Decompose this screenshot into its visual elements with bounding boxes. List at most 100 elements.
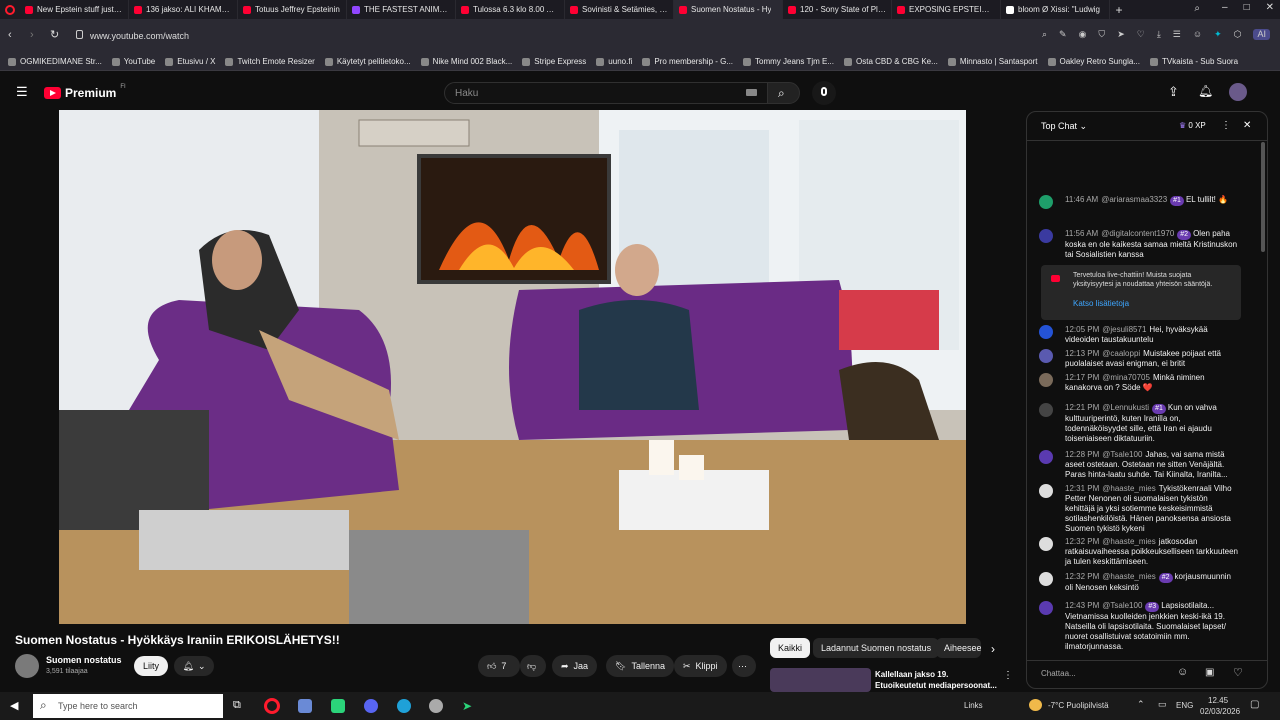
- start-button[interactable]: ◀: [10, 699, 18, 712]
- menu-lines-icon[interactable]: ☰: [1173, 29, 1181, 40]
- bookmark-item[interactable]: Nike Mind 002 Black...: [420, 57, 512, 66]
- chat-avatar[interactable]: [1039, 325, 1053, 339]
- browser-tab[interactable]: 120 - Sony State of Play 2: [783, 0, 892, 19]
- reload-icon[interactable]: ↻: [50, 28, 59, 41]
- chat-avatar[interactable]: [1039, 229, 1053, 243]
- xp-badge[interactable]: ♛ 0 XP: [1179, 121, 1206, 130]
- chat-author[interactable]: @digitalcontent1970: [1101, 229, 1174, 238]
- bookmark-item[interactable]: Tommy Jeans Tjm E...: [743, 57, 834, 66]
- related-thumbnail[interactable]: [770, 668, 871, 692]
- channel-name[interactable]: Suomen nostatus: [46, 655, 122, 665]
- chat-author[interactable]: @haaste_mies: [1102, 537, 1155, 546]
- browser-tab[interactable]: THE FASTEST ANIMATRO: [347, 0, 456, 19]
- chat-message[interactable]: 12:21 PM @Lennukusti #1 Kun on vahva kulttu…: [1039, 403, 1239, 444]
- bookmark-item[interactable]: Etusivu / X: [165, 57, 215, 66]
- youtube-logo[interactable]: Premium FI: [44, 84, 126, 100]
- chat-message[interactable]: 12:32 PM @haaste_mies #2 korjausmuunnin oli…: [1039, 572, 1239, 593]
- browser-tab[interactable]: New Epstein stuff just dr: [20, 0, 129, 19]
- network-icon[interactable]: ▭: [1158, 699, 1167, 710]
- chat-message[interactable]: 11:46 AM @ariarasmaa3323 #1 EL tullilt! 🔥: [1039, 195, 1239, 209]
- bookmark-item[interactable]: Käytetyt pelitietoko...: [324, 57, 411, 66]
- clock-date[interactable]: 02/03/2026: [1200, 707, 1240, 716]
- chat-author[interactable]: @Lennukusti: [1102, 403, 1149, 412]
- super-chat-icon[interactable]: ▣: [1205, 667, 1214, 678]
- app-icon-1[interactable]: [298, 699, 312, 713]
- bookmark-item[interactable]: Oakley Retro Sungla...: [1047, 57, 1140, 66]
- chat-message[interactable]: 12:17 PM @mina70705 Minkä niminen kanakorv…: [1039, 373, 1239, 393]
- browser-tab[interactable]: Suomen Nostatus - Hy: [674, 0, 783, 19]
- chat-author[interactable]: @haaste_mies: [1102, 484, 1155, 493]
- site-info-icon[interactable]: [76, 30, 83, 39]
- like-button[interactable]: 👍︎ 7: [478, 655, 520, 677]
- heart-icon[interactable]: ♡: [1233, 666, 1243, 679]
- browser-tab[interactable]: Sovinisti & Setämies, jaks: [565, 0, 674, 19]
- chip-related[interactable]: Aiheeseen: [936, 638, 981, 658]
- search-button[interactable]: ⌕: [767, 82, 800, 104]
- chat-message[interactable]: 12:31 PM @haaste_mies Tykistökenraali Vilh…: [1039, 484, 1239, 534]
- bookmark-item[interactable]: YouTube: [111, 57, 155, 66]
- chat-avatar[interactable]: [1039, 195, 1053, 209]
- chat-message[interactable]: 12:05 PM @jesuli8571 Hei, hyväksykää video…: [1039, 325, 1239, 345]
- bookmark-item[interactable]: TVkaista - Sub Suora: [1149, 57, 1238, 66]
- clip-button[interactable]: ✂ Klippi: [674, 655, 727, 677]
- app-icon-4[interactable]: ➤: [462, 699, 472, 713]
- chat-message[interactable]: 12:43 PM @Tsale100 #3 Lapsisotilaita... Vie…: [1039, 601, 1239, 652]
- app-icon-2[interactable]: [331, 699, 345, 713]
- url-field[interactable]: www.youtube.com/watch: [90, 31, 189, 41]
- browser-tab[interactable]: bloom Ø Xissi: "Ludwig: [1001, 0, 1110, 19]
- discord-icon[interactable]: [364, 699, 378, 713]
- weather-text[interactable]: -7°C Puolipilvistä: [1048, 701, 1109, 710]
- links-toolbar[interactable]: Links: [964, 701, 983, 710]
- cube-icon[interactable]: ⬡: [1234, 29, 1242, 40]
- minimize-icon[interactable]: –: [1222, 2, 1228, 13]
- keyboard-icon[interactable]: [746, 89, 757, 96]
- chat-author[interactable]: @ariarasmaa3323: [1101, 195, 1167, 204]
- tab-search-icon[interactable]: ⌕: [1194, 3, 1200, 14]
- chat-avatar[interactable]: [1039, 450, 1053, 464]
- close-window-icon[interactable]: ✕: [1266, 2, 1274, 13]
- chat-avatar[interactable]: [1039, 373, 1053, 387]
- bookmark-item[interactable]: Osta CBD & CBG Ke...: [844, 57, 938, 66]
- chat-avatar[interactable]: [1039, 572, 1053, 586]
- chat-author[interactable]: @mina70705: [1102, 373, 1150, 382]
- notifications-bell-icon[interactable]: 🔔︎: [1198, 84, 1213, 98]
- chat-avatar[interactable]: [1039, 601, 1053, 615]
- voice-search-button[interactable]: [812, 81, 836, 105]
- chips-next-icon[interactable]: ›: [991, 642, 995, 656]
- bookmark-item[interactable]: OGMIKEDIMANE Str...: [8, 57, 102, 66]
- chat-avatar[interactable]: [1039, 349, 1053, 363]
- save-button[interactable]: 🔖︎ Tallenna: [606, 655, 674, 677]
- chat-author[interactable]: @jesuli8571: [1102, 325, 1146, 334]
- join-button[interactable]: Liity: [134, 656, 169, 676]
- bookmark-item[interactable]: Stripe Express: [522, 57, 586, 66]
- taskbar-search-input[interactable]: ⌕ Type here to search: [33, 694, 223, 718]
- app-icon-3[interactable]: [429, 699, 443, 713]
- profile-icon[interactable]: ☺: [1193, 29, 1202, 40]
- chat-message[interactable]: 12:32 PM @haaste_mies jatkosodan ratkaisuv…: [1039, 537, 1239, 567]
- search-input[interactable]: Haku: [444, 82, 768, 104]
- chat-mode-dropdown[interactable]: Top Chat ⌄: [1041, 121, 1087, 132]
- bookmark-item[interactable]: Pro membership - G...: [642, 57, 733, 66]
- chat-more-icon[interactable]: ⋮: [1221, 120, 1231, 131]
- share-button[interactable]: ➦ Jaa: [552, 655, 598, 677]
- lang-indicator[interactable]: ENG: [1176, 701, 1193, 710]
- browser-tab[interactable]: 136 jakso: ALI KHAMENE: [129, 0, 238, 19]
- upload-icon[interactable]: ⇪: [1168, 84, 1179, 100]
- related-title[interactable]: Kallellaan jakso 19. Etuoikeutetut media…: [875, 669, 1000, 691]
- notification-icon[interactable]: ▢: [1250, 699, 1259, 710]
- back-icon[interactable]: ‹: [8, 29, 12, 41]
- opera-logo-icon[interactable]: [0, 0, 20, 19]
- camera-icon[interactable]: ◉: [1079, 29, 1087, 40]
- related-more-icon[interactable]: ⋮: [1003, 670, 1013, 681]
- hamburger-menu-icon[interactable]: ☰: [16, 84, 28, 100]
- download-icon[interactable]: ⤓: [1157, 29, 1161, 40]
- avatar[interactable]: [1229, 83, 1247, 101]
- bookmark-item[interactable]: Minnasto | Santasport: [947, 57, 1038, 66]
- chat-welcome-link[interactable]: Katso lisätietoja: [1073, 299, 1129, 308]
- edit-icon[interactable]: ✎: [1059, 29, 1067, 40]
- chat-avatar[interactable]: [1039, 403, 1053, 417]
- close-chat-icon[interactable]: ✕: [1243, 120, 1251, 131]
- chat-scrollbar[interactable]: [1261, 142, 1265, 252]
- subscribed-button[interactable]: 🔔︎ ⌄: [174, 656, 214, 676]
- shield-icon[interactable]: ⛉: [1098, 29, 1105, 40]
